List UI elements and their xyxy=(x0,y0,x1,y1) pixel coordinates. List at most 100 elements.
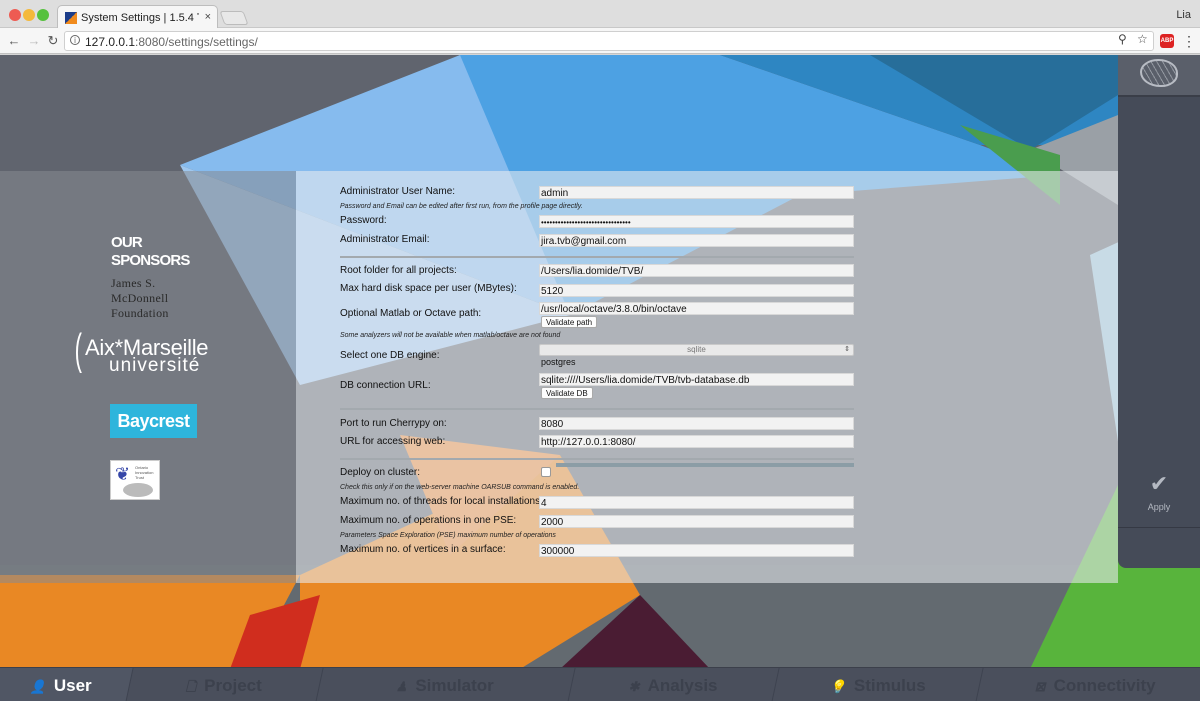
sponsors-heading-line1: OUR xyxy=(111,234,143,251)
brain-icon xyxy=(1140,59,1178,87)
brain-logo[interactable] xyxy=(1118,55,1200,97)
matlab-note: Some analyzers will not be available whe… xyxy=(340,332,561,339)
tab-close-icon[interactable]: × xyxy=(205,11,211,23)
threads-input[interactable]: 4 xyxy=(539,496,854,509)
select-arrows-icon: ⇕ xyxy=(844,346,850,353)
close-window-icon[interactable] xyxy=(9,9,21,21)
tvb-favicon-icon xyxy=(65,12,77,24)
pse-note: Parameters Space Exploration (PSE) maxim… xyxy=(340,532,556,539)
user-icon: 👤 xyxy=(29,679,46,694)
analysis-icon: ✱ xyxy=(628,679,640,694)
maximize-window-icon[interactable] xyxy=(37,9,49,21)
admin-name-input[interactable]: admin xyxy=(539,186,854,199)
tab-user-label: User xyxy=(53,676,92,695)
db-engine-select[interactable]: sqlite ⇕ xyxy=(539,344,854,356)
tab-analysis-label: Analysis xyxy=(647,676,718,695)
password-note: Password and Email can be edited after f… xyxy=(340,203,583,210)
db-url-label: DB connection URL: xyxy=(340,380,431,391)
tab-project[interactable]: 🗋 Project xyxy=(126,668,324,701)
tab-project-label: Project xyxy=(204,676,263,695)
email-input[interactable]: jira.tvb@gmail.com xyxy=(539,234,854,247)
sponsors-panel xyxy=(0,171,296,583)
db-engine-option-sqlite[interactable]: sqlite xyxy=(687,345,706,354)
sponsors-heading-line2: SPONSORS xyxy=(111,252,190,269)
url-host: 127.0.0.1 xyxy=(85,35,136,49)
pse-label: Maximum no. of operations in one PSE: xyxy=(340,515,517,526)
matlab-path-label: Optional Matlab or Octave path: xyxy=(340,308,482,319)
egg-icon xyxy=(123,483,153,497)
web-url-label: URL for accessing web: xyxy=(340,436,446,447)
tab-simulator[interactable]: ♟ Simulator xyxy=(316,668,576,701)
disk-space-label: Max hard disk space per user (MBytes): xyxy=(340,283,517,294)
root-folder-label: Root folder for all projects: xyxy=(340,265,457,276)
bottom-nav: 👤 User 🗋 Project ♟ Simulator ✱ Analysis 💡 Sti… xyxy=(0,667,1200,701)
port-label: Port to run Cherrypy on: xyxy=(340,418,447,429)
validate-path-button[interactable]: Validate path xyxy=(541,316,598,328)
port-input[interactable]: 8080 xyxy=(539,417,854,430)
validate-db-button[interactable]: Validate DB xyxy=(541,387,593,399)
vertices-input[interactable]: 300000 xyxy=(539,544,854,557)
cluster-note: Check this only if on the web-server mac… xyxy=(340,484,580,491)
tab-simulator-label: Simulator xyxy=(415,676,495,695)
back-icon[interactable]: ← xyxy=(6,33,22,48)
panel-divider xyxy=(1118,527,1200,528)
threads-label: Maximum no. of threads for local install… xyxy=(340,496,543,507)
mcdonnell-logo-line1: James S. xyxy=(111,276,156,290)
apply-button[interactable]: ✔ Apply xyxy=(1118,465,1200,525)
vertices-label: Maximum no. of vertices in a surface: xyxy=(340,544,506,555)
info-icon[interactable]: i xyxy=(70,35,80,45)
matlab-path-input[interactable]: /usr/local/octave/3.8.0/bin/octave xyxy=(539,302,854,315)
pse-input[interactable]: 2000 xyxy=(539,515,854,528)
address-bar[interactable]: i 127.0.0.1:8080/settings/settings/ xyxy=(64,31,1154,51)
url-path: :8080/settings/settings/ xyxy=(135,35,258,49)
oit-logo: ❦ Ontario Innovation Trust xyxy=(110,460,160,500)
tab-stimulus[interactable]: 💡 Stimulus xyxy=(772,668,984,701)
reload-icon[interactable]: ↻ xyxy=(45,33,61,49)
page-viewport: OUR SPONSORS James S. McDonnell Foundati… xyxy=(0,55,1200,701)
minimize-window-icon[interactable] xyxy=(23,9,35,21)
tab-analysis[interactable]: ✱ Analysis xyxy=(568,668,780,701)
adblock-icon[interactable]: ABP xyxy=(1160,34,1174,48)
browser-menu-icon[interactable]: ⋮ xyxy=(1182,33,1196,50)
baycrest-logo: Baycrest xyxy=(110,404,197,438)
tab-connectivity-label: Connectivity xyxy=(1053,676,1156,695)
simulator-icon: ♟ xyxy=(396,679,408,694)
bookmark-star-icon[interactable]: ☆ xyxy=(1137,32,1148,46)
section-divider xyxy=(340,256,854,258)
sponsors-heading: OUR SPONSORS xyxy=(111,234,190,270)
section-divider xyxy=(340,408,854,410)
disk-space-input[interactable]: 5120 xyxy=(539,284,854,297)
password-input[interactable]: •••••••••••••••••••••••••••••••• xyxy=(539,215,854,228)
profile-name[interactable]: Lia xyxy=(1176,9,1191,21)
section-divider xyxy=(340,458,854,460)
db-engine-label: Select one DB engine: xyxy=(340,350,440,361)
db-url-input[interactable]: sqlite:////Users/lia.domide/TVB/tvb-data… xyxy=(539,373,854,386)
web-url-input[interactable]: http://127.0.0.1:8080/ xyxy=(539,435,854,448)
amu-logo-paren: ( xyxy=(74,325,82,374)
db-engine-option-postgres[interactable]: postgres xyxy=(541,357,576,367)
new-tab-button[interactable] xyxy=(219,11,249,25)
tab-title: System Settings | 1.5.4 The Vi xyxy=(81,12,199,24)
key-icon[interactable]: ⚲ xyxy=(1118,32,1127,46)
email-label: Administrator Email: xyxy=(340,234,430,245)
tab-user[interactable]: 👤 User xyxy=(0,668,134,701)
browser-tabbar: System Settings | 1.5.4 The Vi × Lia xyxy=(0,0,1200,29)
butterfly-icon: ❦ xyxy=(115,464,131,484)
cluster-checkbox[interactable] xyxy=(541,467,551,477)
cluster-label: Deploy on cluster: xyxy=(340,467,421,478)
tab-stimulus-label: Stimulus xyxy=(853,676,926,695)
mcdonnell-logo-line2: McDonnell xyxy=(111,291,169,305)
forward-icon[interactable]: → xyxy=(26,33,42,48)
connectivity-icon: ⊠ xyxy=(1034,679,1046,694)
stimulus-icon: 💡 xyxy=(829,679,846,694)
admin-name-label: Administrator User Name: xyxy=(340,186,456,197)
apply-label: Apply xyxy=(1147,502,1171,512)
amu-logo-line2: université xyxy=(109,355,201,376)
password-label: Password: xyxy=(340,215,387,226)
mcdonnell-logo-line3: Foundation xyxy=(111,306,169,320)
browser-tab[interactable]: System Settings | 1.5.4 The Vi × xyxy=(57,5,218,29)
project-icon: 🗋 xyxy=(186,679,197,694)
check-icon: ✔ xyxy=(1149,471,1169,496)
tab-connectivity[interactable]: ⊠ Connectivity xyxy=(976,668,1200,701)
root-folder-input[interactable]: /Users/lia.domide/TVB/ xyxy=(539,264,854,277)
